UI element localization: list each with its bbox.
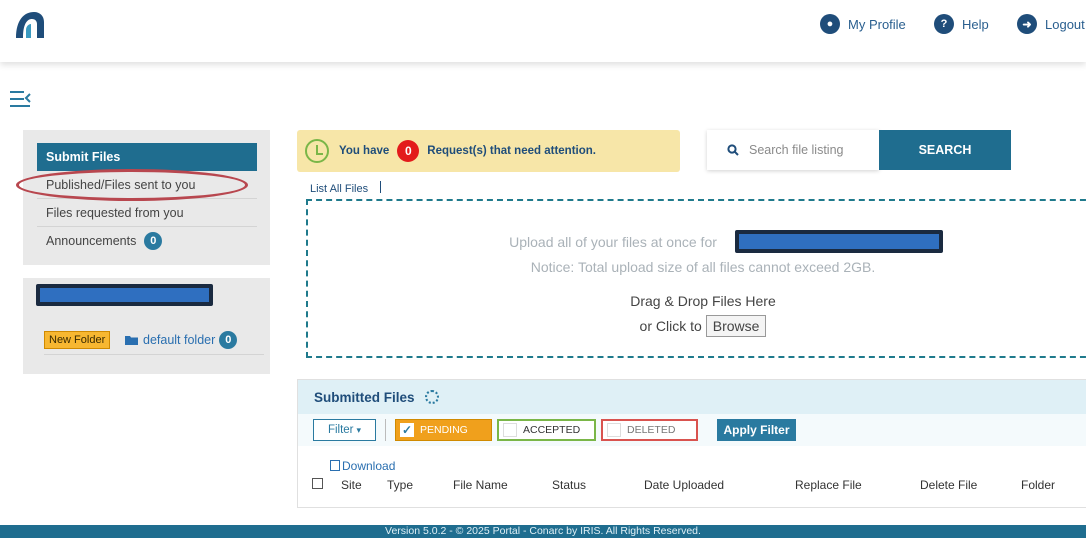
column-header-site[interactable]: Site — [341, 478, 362, 492]
upload-size-notice: Notice: Total upload size of all files c… — [530, 259, 876, 275]
help-icon: ? — [934, 14, 954, 34]
upload-line-text: Upload all of your files at once for — [509, 234, 717, 250]
filter-label: Filter — [327, 424, 354, 436]
attention-prefix: You have — [339, 145, 390, 157]
sidebar-item-files-requested[interactable]: Files requested from you — [37, 199, 257, 227]
sidebar-item-announcements[interactable]: Announcements 0 — [37, 227, 257, 255]
search-placeholder: Search file listing — [749, 143, 844, 157]
header: ● My Profile ? Help ➜ Logout — [0, 0, 1086, 62]
divider — [44, 354, 264, 355]
attention-suffix: Request(s) that need attention. — [427, 145, 596, 157]
footer: Version 5.0.2 - © 2025 Portal - Conarc b… — [0, 525, 1086, 538]
my-profile-link[interactable]: ● My Profile — [820, 14, 906, 34]
attention-count-badge: 0 — [397, 140, 420, 162]
list-all-files-link[interactable]: List All Files — [310, 183, 368, 195]
search-input[interactable]: Search file listing — [707, 130, 879, 170]
pending-filter-toggle[interactable]: ✓ PENDING — [395, 419, 492, 441]
redacted-block — [36, 284, 213, 306]
caret-down-icon: ▾ — [356, 424, 362, 435]
download-label: Download — [342, 459, 396, 473]
announcements-count-badge: 0 — [144, 232, 163, 250]
table-header-row: Site Type File Name Status Date Uploaded… — [298, 478, 1086, 496]
column-header-replace-file[interactable]: Replace File — [795, 478, 862, 492]
download-link[interactable]: Download — [330, 459, 395, 473]
logout-label: Logout — [1045, 16, 1085, 32]
logout-link[interactable]: ➜ Logout — [1017, 14, 1085, 34]
submitted-files-title: Submitted Files — [314, 389, 415, 405]
deleted-filter-toggle[interactable]: DELETED — [601, 419, 698, 441]
column-header-folder[interactable]: Folder — [1021, 478, 1055, 492]
folder-icon — [125, 335, 138, 345]
browse-button[interactable]: Browse — [705, 315, 767, 337]
menu-toggle-icon[interactable] — [10, 90, 32, 108]
clock-icon — [305, 139, 329, 163]
default-folder-label: default folder — [143, 333, 216, 347]
apply-filter-button[interactable]: Apply Filter — [717, 419, 796, 441]
deleted-label: DELETED — [627, 424, 676, 436]
accepted-label: ACCEPTED — [523, 424, 581, 436]
upload-line: Upload all of your files at once for — [308, 234, 1086, 250]
loading-spinner-icon — [424, 390, 439, 404]
default-folder-link[interactable]: default folder 0 — [125, 331, 238, 349]
annotation-oval — [16, 169, 248, 201]
search-icon — [727, 144, 739, 156]
column-header-status[interactable]: Status — [552, 478, 586, 492]
column-header-type[interactable]: Type — [387, 478, 413, 492]
sidebar-item-submit-files[interactable]: Submit Files — [37, 143, 257, 171]
download-icon — [330, 460, 340, 471]
logo-icon[interactable] — [12, 8, 46, 42]
drag-drop-text: Drag & Drop Files Here — [630, 293, 776, 309]
sidebar-item-label: Submit Files — [46, 150, 121, 164]
checkbox-icon — [503, 423, 517, 437]
folder-panel: New Folder default folder 0 — [23, 278, 270, 374]
default-folder-count-badge: 0 — [219, 331, 238, 349]
sidebar-item-label: Files requested from you — [46, 205, 184, 220]
click-browse-row: or Click to Browse — [308, 315, 1086, 337]
divider — [385, 419, 386, 441]
column-header-delete-file[interactable]: Delete File — [920, 478, 977, 492]
submitted-files-header: Submitted Files — [298, 380, 1086, 414]
checkbox-icon — [607, 423, 621, 437]
help-label: Help — [962, 16, 989, 32]
sidebar-item-label: Announcements — [46, 234, 137, 248]
pending-label: PENDING — [420, 424, 468, 436]
column-header-date-uploaded[interactable]: Date Uploaded — [644, 478, 724, 492]
attention-banner: You have 0 Request(s) that need attentio… — [297, 130, 680, 172]
submitted-files-panel: Submitted Files Filter ▾ ✓ PENDING ACCEP… — [297, 379, 1086, 508]
column-header-file-name[interactable]: File Name — [453, 478, 508, 492]
file-dropzone[interactable]: Upload all of your files at once for Not… — [306, 199, 1086, 358]
help-link[interactable]: ? Help — [934, 14, 989, 34]
filter-dropdown-button[interactable]: Filter ▾ — [313, 419, 376, 441]
new-folder-button[interactable]: New Folder — [44, 331, 111, 349]
my-profile-label: My Profile — [848, 16, 906, 32]
divider — [380, 181, 381, 193]
accepted-filter-toggle[interactable]: ACCEPTED — [497, 419, 596, 441]
checkbox-checked-icon: ✓ — [400, 423, 414, 437]
search-button[interactable]: SEARCH — [879, 130, 1011, 170]
user-icon: ● — [820, 14, 840, 34]
select-all-checkbox[interactable] — [312, 478, 323, 489]
click-to-text: or Click to — [639, 318, 702, 334]
logout-icon: ➜ — [1017, 14, 1037, 34]
redacted-block — [735, 230, 943, 253]
filter-row: Filter ▾ ✓ PENDING ACCEPTED DELETED Appl… — [298, 414, 1086, 446]
